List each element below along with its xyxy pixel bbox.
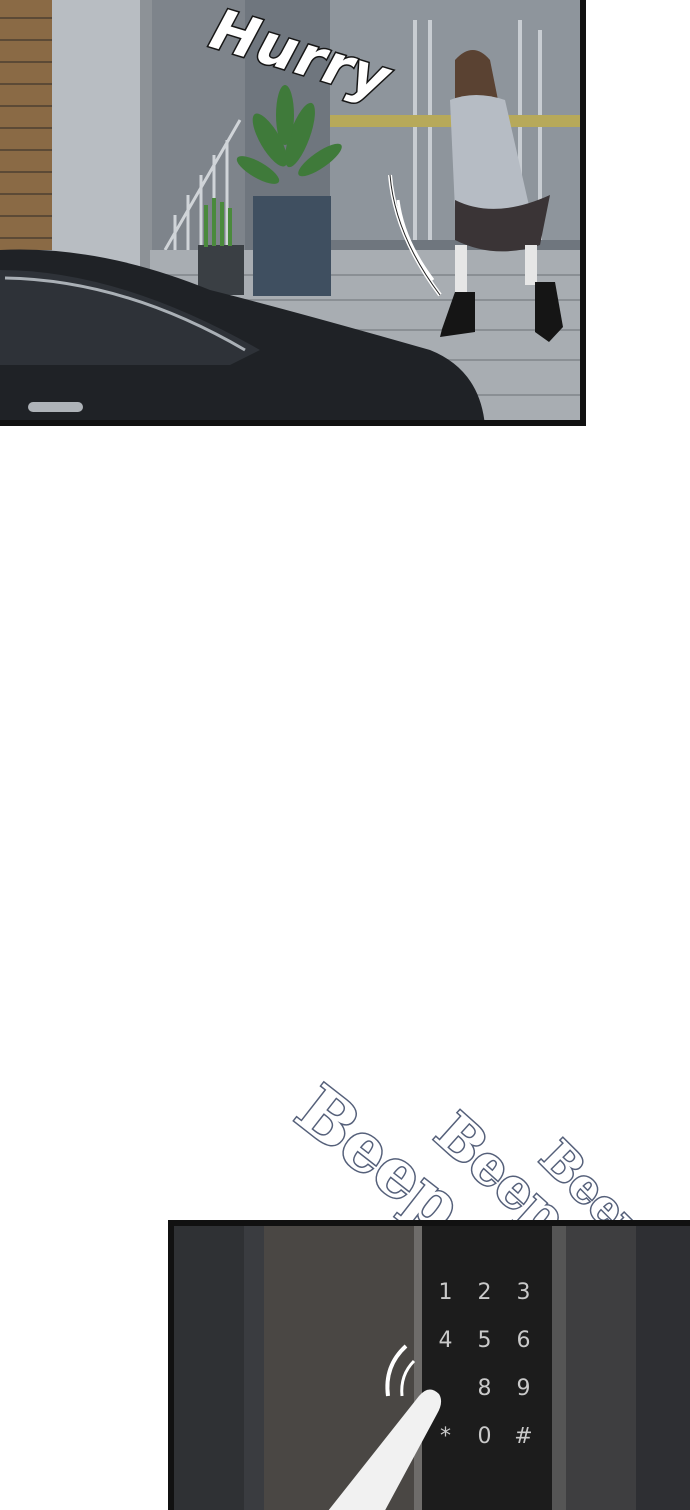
key-hash[interactable]: #: [504, 1420, 543, 1454]
key-8[interactable]: 8: [465, 1372, 504, 1406]
key-4[interactable]: 4: [426, 1324, 465, 1358]
key-9[interactable]: 9: [504, 1372, 543, 1406]
key-6[interactable]: 6: [504, 1324, 543, 1358]
keypad: 1 2 3 4 5 6 7 8 9 * 0 #: [426, 1276, 556, 1454]
key-star[interactable]: *: [426, 1420, 465, 1454]
key-3[interactable]: 3: [504, 1276, 543, 1310]
comic-panel-keypad: 1 2 3 4 5 6 7 8 9 * 0 #: [168, 1220, 690, 1510]
key-0[interactable]: 0: [465, 1420, 504, 1454]
key-1[interactable]: 1: [426, 1276, 465, 1310]
key-5[interactable]: 5: [465, 1324, 504, 1358]
comic-panel-entrance: Hurry: [0, 0, 586, 426]
key-2[interactable]: 2: [465, 1276, 504, 1310]
